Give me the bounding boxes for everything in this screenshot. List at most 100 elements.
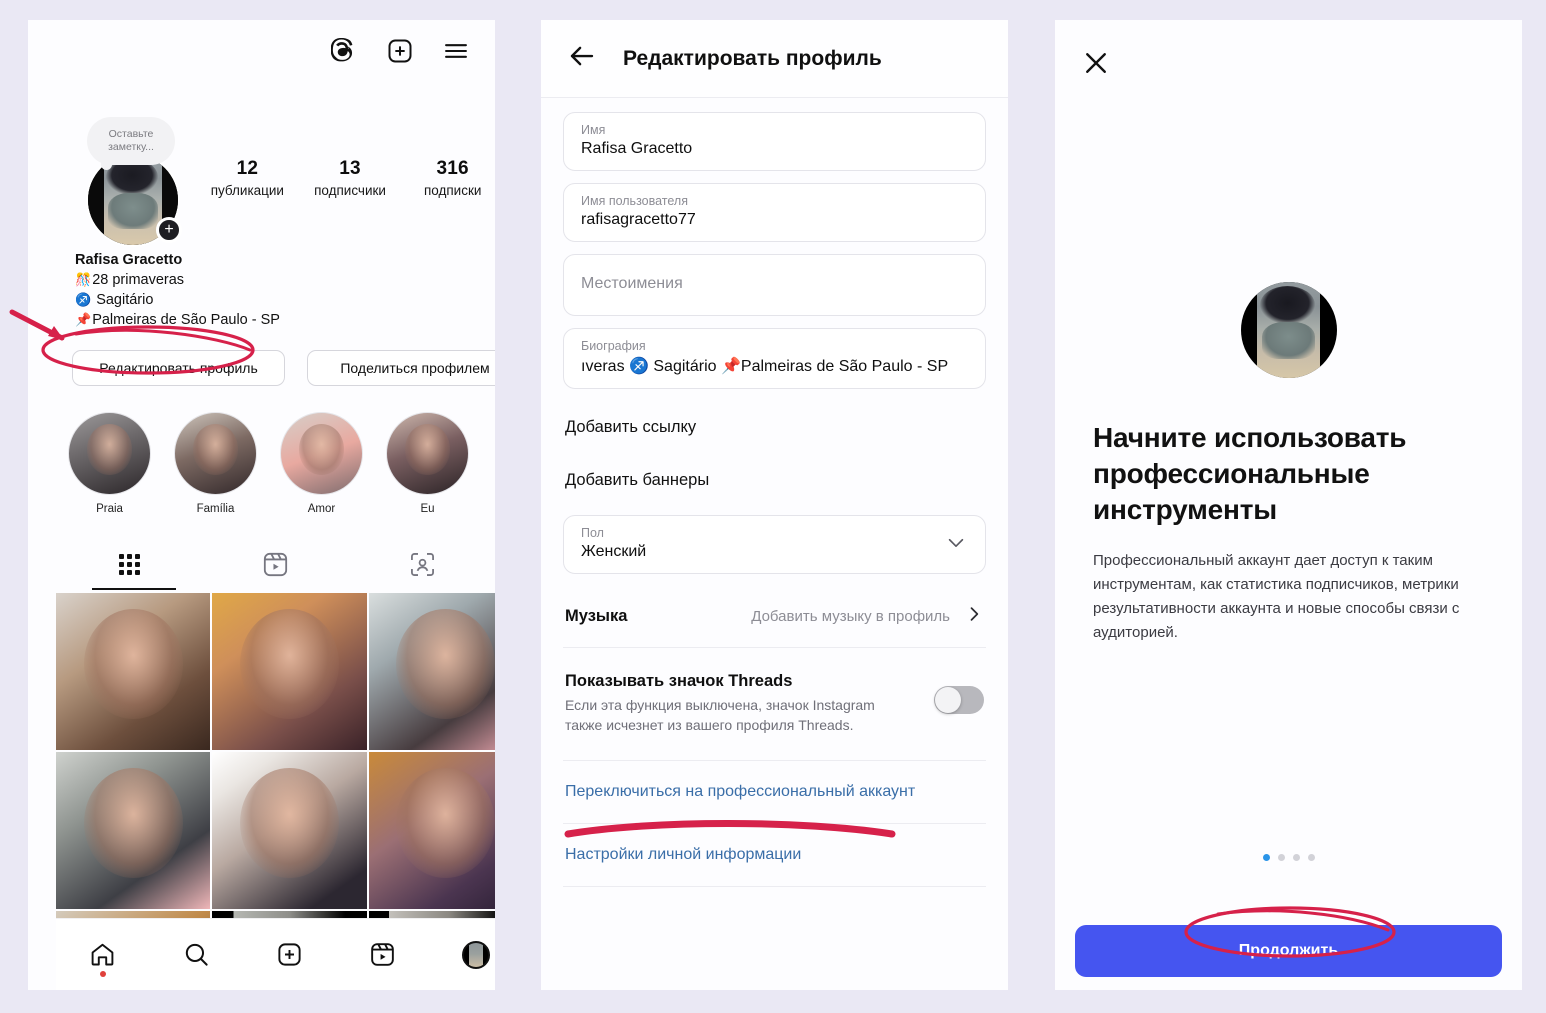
plus-square-icon bbox=[278, 943, 301, 966]
highlight-item[interactable]: Praia bbox=[68, 412, 151, 515]
threads-badge-toggle[interactable] bbox=[934, 686, 984, 714]
hamburger-menu-icon[interactable] bbox=[439, 34, 473, 68]
tagged-tab[interactable] bbox=[368, 538, 478, 590]
profile-bio: Rafisa Gracetto 🎊 28 primaveras ♐ Sagitá… bbox=[75, 252, 475, 328]
bottom-navigation-bar bbox=[56, 918, 495, 990]
username-field-label: Имя пользователя bbox=[581, 194, 688, 208]
highlight-item[interactable]: Amor bbox=[280, 412, 363, 515]
grid-icon bbox=[118, 553, 140, 575]
grid-photo[interactable] bbox=[212, 593, 367, 750]
promo-avatar bbox=[1240, 282, 1337, 378]
pagination-dot-4[interactable] bbox=[1307, 854, 1315, 861]
arrow-left-icon[interactable] bbox=[567, 41, 597, 76]
plus-square-icon[interactable] bbox=[383, 34, 417, 68]
promo-title: Начните использовать профессиональные ин… bbox=[1093, 422, 1407, 525]
edit-profile-form: Имя Rafisa Gracetto Имя пользователя raf… bbox=[541, 98, 1008, 887]
grid-photo[interactable] bbox=[368, 593, 495, 750]
bio-line-age: 🎊 28 primaveras bbox=[75, 272, 475, 288]
username-field-value: rafisagracetto77 bbox=[581, 211, 696, 228]
grid-photo[interactable] bbox=[212, 752, 367, 909]
stat-following[interactable]: 316 подписки bbox=[401, 158, 495, 198]
add-link-row[interactable]: Добавить ссылку bbox=[563, 401, 986, 454]
username-field[interactable]: Имя пользователя rafisagracetto77 bbox=[563, 183, 986, 242]
home-icon bbox=[91, 943, 114, 966]
add-banners-row[interactable]: Добавить баннеры bbox=[563, 454, 986, 507]
highlight-label: Família bbox=[196, 503, 235, 515]
pagination-dot-3[interactable] bbox=[1292, 854, 1300, 861]
nav-search[interactable] bbox=[166, 932, 226, 978]
story-highlights: Praia Família Amor Eu bbox=[68, 412, 469, 515]
profile-tabs bbox=[56, 538, 495, 590]
bio-field-label: Биография bbox=[581, 339, 646, 353]
profile-display-name: Rafisa Gracetto bbox=[75, 252, 183, 268]
pronouns-field-placeholder: Местоимения bbox=[581, 275, 683, 292]
grid-photo[interactable] bbox=[368, 752, 495, 909]
screenshot-stage: Оставьте заметку... + 12 публикации 13 п… bbox=[0, 0, 1546, 1013]
grid-photo[interactable] bbox=[56, 752, 211, 909]
instagram-profile-panel: Оставьте заметку... + 12 публикации 13 п… bbox=[28, 20, 495, 990]
continue-button[interactable]: Продолжить bbox=[1075, 925, 1502, 977]
threads-badge-row: Показывать значок Threads Если эта функц… bbox=[563, 650, 986, 761]
pagination-dot-2[interactable] bbox=[1277, 854, 1285, 861]
profile-topbar bbox=[28, 20, 495, 82]
reels-tab[interactable] bbox=[221, 538, 331, 590]
gender-field[interactable]: Пол Женский bbox=[563, 515, 986, 574]
grid-photo[interactable] bbox=[56, 593, 211, 750]
highlight-thumb bbox=[386, 412, 469, 495]
chevron-down-icon[interactable] bbox=[945, 531, 967, 558]
music-row[interactable]: Музыка Добавить музыку в профиль bbox=[563, 586, 986, 648]
nav-create[interactable] bbox=[259, 932, 319, 978]
search-icon bbox=[185, 943, 208, 966]
highlight-item[interactable]: Família bbox=[174, 412, 257, 515]
name-field-label: Имя bbox=[581, 123, 606, 137]
stat-followers[interactable]: 13 подписчики bbox=[299, 158, 402, 198]
nav-profile[interactable] bbox=[446, 932, 495, 978]
chevron-right-icon bbox=[964, 604, 984, 629]
bio-line-zodiac: ♐ Sagitário bbox=[75, 292, 475, 308]
nav-home[interactable] bbox=[73, 932, 133, 978]
pagination-dots bbox=[1262, 854, 1315, 861]
note-bubble[interactable]: Оставьте заметку... bbox=[87, 117, 175, 170]
stat-followers-label: подписчики bbox=[314, 183, 386, 198]
edit-profile-button[interactable]: Редактировать профиль bbox=[72, 350, 285, 386]
add-to-story-button[interactable]: + bbox=[156, 217, 182, 243]
highlight-label: Amor bbox=[307, 503, 336, 515]
home-notification-dot bbox=[99, 970, 106, 977]
profile-photo-grid bbox=[56, 593, 495, 938]
share-profile-button[interactable]: Поделиться профилем bbox=[307, 350, 495, 386]
stat-posts-number: 12 bbox=[236, 158, 259, 179]
bio-field[interactable]: Биография ıveras ♐ Sagitário 📌Palmeiras … bbox=[563, 328, 986, 389]
highlight-label: Praia bbox=[96, 503, 123, 515]
promo-header bbox=[1055, 20, 1522, 83]
annotation-arrow bbox=[9, 309, 65, 341]
stat-posts-label: публикации bbox=[210, 183, 284, 198]
profile-avatar[interactable]: + bbox=[88, 155, 182, 245]
music-label: Музыка bbox=[565, 607, 628, 625]
highlight-label: Eu bbox=[420, 503, 435, 515]
promo-copy: Начните использовать профессиональные ин… bbox=[1093, 420, 1483, 644]
grid-tab[interactable] bbox=[74, 538, 184, 590]
highlight-item[interactable]: Eu bbox=[386, 412, 469, 515]
annotation-underline-professional-account bbox=[564, 820, 896, 838]
highlight-thumb bbox=[68, 412, 151, 495]
gender-field-value: Женский bbox=[581, 543, 647, 560]
stat-posts[interactable]: 12 публикации bbox=[196, 158, 299, 198]
edit-profile-panel: Редактировать профиль Имя Rafisa Gracett… bbox=[541, 20, 1008, 990]
name-field-value: Rafisa Gracetto bbox=[581, 140, 693, 157]
threads-badge-description: Если эта функция выключена, значок Insta… bbox=[565, 697, 875, 734]
nav-reels[interactable] bbox=[353, 932, 413, 978]
reels-icon bbox=[371, 943, 395, 966]
bio-line-age-text: 28 primaveras bbox=[92, 272, 185, 288]
pagination-dot-1[interactable] bbox=[1262, 854, 1270, 861]
stat-followers-number: 13 bbox=[339, 158, 361, 179]
name-field[interactable]: Имя Rafisa Gracetto bbox=[563, 112, 986, 171]
professional-tools-promo-panel: Начните использовать профессиональные ин… bbox=[1055, 20, 1522, 990]
threads-icon[interactable] bbox=[327, 34, 361, 68]
stat-following-number: 316 bbox=[436, 158, 469, 179]
close-x-icon[interactable] bbox=[1081, 53, 1111, 82]
bio-line-zodiac-text: Sagitário bbox=[96, 292, 154, 308]
bio-line-location-text: Palmeiras de São Paulo - SP bbox=[92, 312, 280, 328]
active-tab-underline bbox=[92, 588, 176, 590]
switch-to-professional-account-link[interactable]: Переключиться на профессиональный аккаун… bbox=[563, 761, 986, 824]
pronouns-field[interactable]: Местоимения bbox=[563, 254, 986, 316]
